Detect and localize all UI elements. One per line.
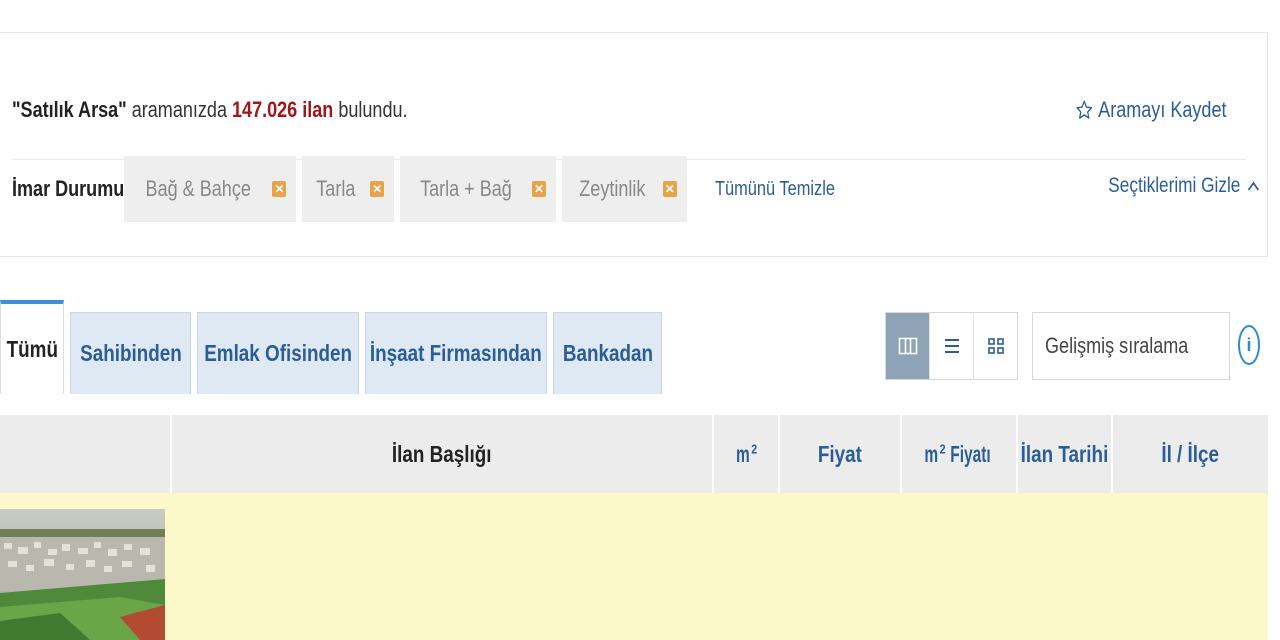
tab-tumu[interactable]: Tümü <box>0 300 64 394</box>
tab-sahibinden[interactable]: Sahibinden <box>70 312 191 394</box>
info-icon[interactable]: i <box>1238 325 1260 365</box>
save-search-label: Aramayı Kaydet <box>1098 97 1227 122</box>
column-date[interactable]: İlan Tarihi <box>1016 415 1111 493</box>
tab-label: Emlak Ofisinden <box>204 340 352 366</box>
m2-text: m <box>736 440 750 467</box>
chip-label: Zeytinlik <box>579 176 646 201</box>
column-price[interactable]: Fiyat <box>778 415 900 493</box>
column-date-label: İlan Tarihi <box>1020 440 1109 467</box>
filter-chip-tarla[interactable]: Tarla ✕ <box>302 156 395 222</box>
m2-price-text: Fiyatı <box>950 440 991 467</box>
tab-label: Bankadan <box>562 340 653 366</box>
hide-selected-label: Seçtiklerimi Gizle <box>1108 174 1241 197</box>
search-summary-panel: "Satılık Arsa" aramanızda 147.026 ilan b… <box>0 32 1268 257</box>
listing-thumbnail[interactable] <box>0 509 165 640</box>
grid-view-button[interactable] <box>973 313 1017 379</box>
summary-text: aramanızda <box>126 97 233 122</box>
close-icon[interactable]: ✕ <box>532 181 547 197</box>
search-query: "Satılık Arsa" <box>12 97 127 122</box>
summary-text-end: bulundu. <box>333 97 408 122</box>
selected-filters: İmar Durumu Bağ & Bahçe ✕ Tarla ✕ Tarla … <box>12 156 861 222</box>
tab-label: İnşaat Firmasından <box>370 340 542 366</box>
result-count: 147.026 ilan <box>232 97 334 122</box>
gallery-view-icon <box>898 337 917 355</box>
m2-superscript: 2 <box>751 440 758 456</box>
sort-selected-value: Gelişmiş sıralama <box>1045 333 1189 358</box>
column-location-label: İl / İlçe <box>1161 440 1220 467</box>
close-icon[interactable]: ✕ <box>272 181 287 197</box>
listing-table-header: İlan Başlığı m2 Fiyat m2 Fiyatı İlan Tar… <box>0 415 1268 493</box>
m2-price-superscript: 2 <box>939 440 946 456</box>
tab-emlak-ofisinden[interactable]: Emlak Ofisinden <box>197 312 359 394</box>
close-icon[interactable]: ✕ <box>370 181 385 197</box>
column-price-label: Fiyat <box>817 440 863 467</box>
tab-label: Tümü <box>6 335 58 362</box>
star-outline-icon <box>1076 100 1093 119</box>
list-view-button[interactable] <box>929 313 973 379</box>
column-m2-price-label: m2 Fiyatı <box>923 441 995 468</box>
m2-price-prefix: m <box>924 440 939 467</box>
grid-view-icon <box>987 338 1004 354</box>
listing-row[interactable] <box>0 493 1268 640</box>
clear-all-link[interactable]: Tümünü Temizle <box>715 178 835 201</box>
filter-label: İmar Durumu <box>12 176 125 201</box>
column-title: İlan Başlığı <box>170 415 712 493</box>
hide-selected-toggle[interactable]: Seçtiklerimi Gizle <box>1108 174 1260 198</box>
column-m2[interactable]: m2 <box>712 415 778 493</box>
tab-bankadan[interactable]: Bankadan <box>553 312 662 394</box>
list-view-icon <box>944 339 959 353</box>
sort-dropdown[interactable]: Gelişmiş sıralama <box>1032 312 1230 380</box>
column-location[interactable]: İl / İlçe <box>1111 415 1268 493</box>
gallery-view-button[interactable] <box>886 313 929 379</box>
close-icon[interactable]: ✕ <box>662 181 677 197</box>
chevron-up-icon <box>1247 181 1259 191</box>
column-m2-price[interactable]: m2 Fiyatı <box>900 415 1016 493</box>
result-summary: "Satılık Arsa" aramanızda 147.026 ilan b… <box>12 97 408 123</box>
listing-photo <box>0 509 165 640</box>
chip-label: Bağ & Bahçe <box>145 176 251 201</box>
column-m2-label: m2 <box>735 440 758 468</box>
filter-chip-zeytinlik[interactable]: Zeytinlik ✕ <box>562 156 687 222</box>
filter-chip-bag-bahce[interactable]: Bağ & Bahçe ✕ <box>124 156 297 222</box>
tab-label: Sahibinden <box>79 340 182 366</box>
view-mode-toggle <box>885 312 1018 380</box>
chip-label: Tarla <box>316 176 356 201</box>
tab-insaat-firmasindan[interactable]: İnşaat Firmasından <box>365 312 547 394</box>
filter-chip-tarla-bag[interactable]: Tarla + Bağ ✕ <box>400 156 557 222</box>
save-search-button[interactable]: Aramayı Kaydet <box>1076 97 1227 123</box>
column-title-label: İlan Başlığı <box>392 440 492 467</box>
thumbnail-column-header <box>0 415 170 493</box>
chip-label: Tarla + Bağ <box>420 176 512 201</box>
